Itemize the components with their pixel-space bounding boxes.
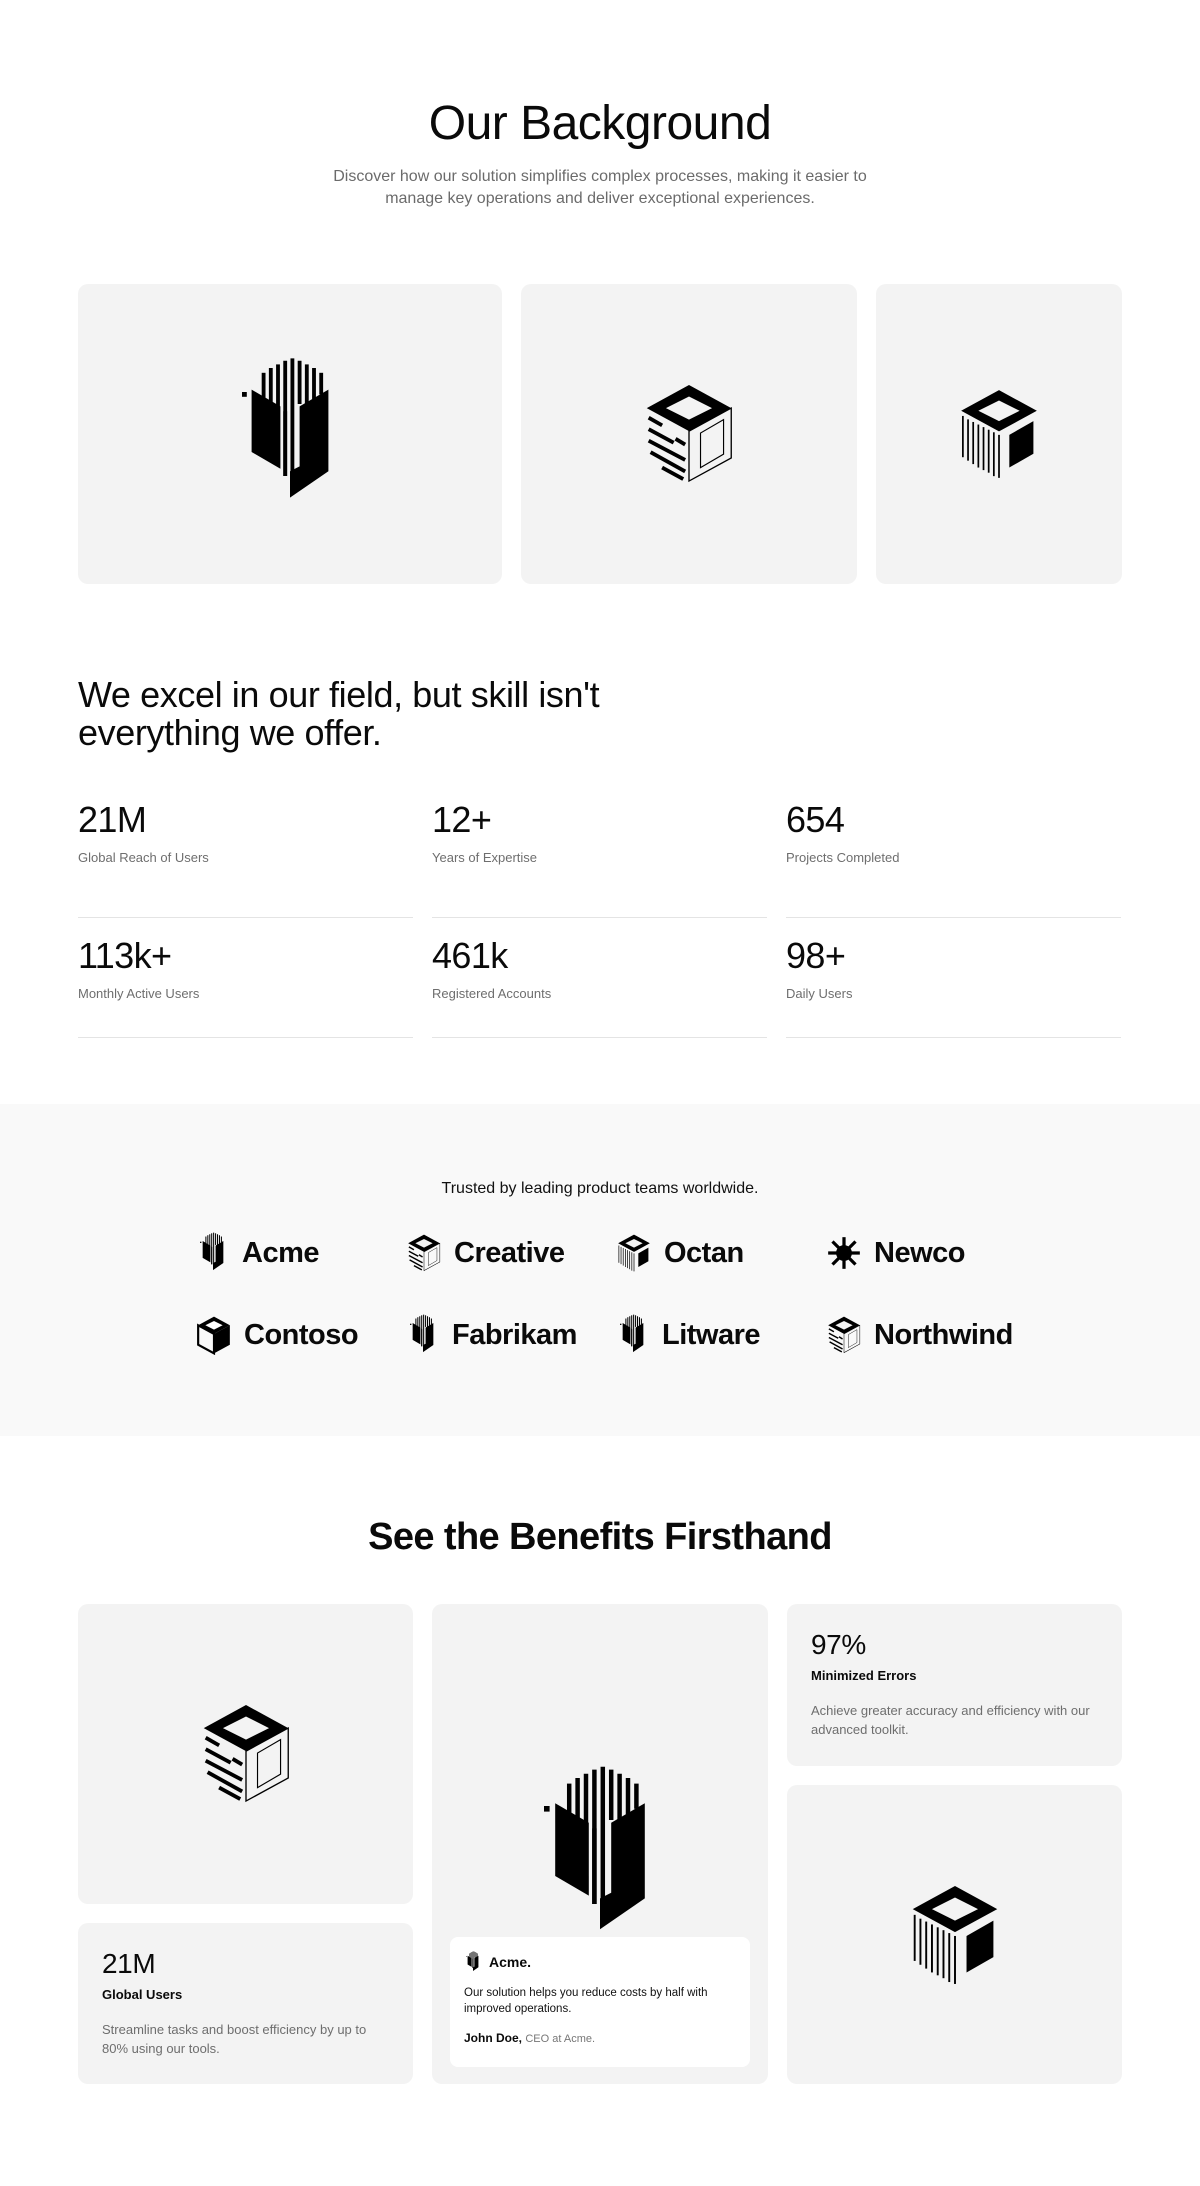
stat-value: 113k+ — [78, 935, 172, 976]
benefits-grid: 21M Global Users Streamline tasks and bo… — [78, 1604, 1122, 2084]
metric-description: Streamline tasks and boost efficiency by… — [102, 2022, 367, 2056]
page-subtitle: Discover how our solution simplifies com… — [333, 168, 867, 207]
metric-value: 97% — [811, 1629, 866, 1660]
stat-label: Registered Accounts — [432, 986, 552, 1001]
feature-cards — [78, 284, 1122, 584]
trusted-title: Trusted by leading product teams worldwi… — [441, 1180, 759, 1197]
stat-label: Daily Users — [786, 986, 853, 1001]
logo-grid: Acme Creative Octan Newco Contoso Fabrik… — [196, 1232, 1200, 1356]
logo-name: Octan — [664, 1236, 744, 1269]
page-title: Our Background — [428, 97, 772, 150]
testimonial-author: John Doe, — [464, 2031, 523, 2045]
metric-card-global-users: 21M Global Users Streamline tasks and bo… — [78, 1923, 413, 2084]
logo-name: Newco — [874, 1236, 965, 1269]
testimonial: Acme. Our solution helps you reduce cost… — [450, 1937, 750, 2067]
logo-name: Creative — [454, 1236, 565, 1269]
logo-creative: Creative — [406, 1232, 616, 1274]
benefit-card-cube — [78, 1604, 413, 1904]
feature-card-cube-outline — [521, 284, 857, 584]
stat-label: Years of Expertise — [432, 850, 538, 865]
stat-label: Monthly Active Users — [78, 986, 200, 1001]
shield-stripes-icon — [464, 1951, 482, 1973]
shield-stripes-icon — [196, 1232, 230, 1274]
stat-item: 113k+ Monthly Active Users — [78, 918, 413, 1038]
background-header: Our Background Discover how our solution… — [0, 0, 1200, 210]
testimonial-author-line: John Doe, CEO at Acme. — [464, 2031, 736, 2045]
cube-lines-icon — [907, 1881, 1003, 1989]
stat-item: 12+ Years of Expertise — [432, 798, 767, 918]
stat-item: 98+ Daily Users — [786, 918, 1121, 1038]
metric-value: 21M — [102, 1948, 156, 1979]
shield-stripes-icon — [616, 1314, 650, 1356]
logo-newco: Newco — [826, 1232, 1036, 1274]
stat-label: Global Reach of Users — [78, 850, 209, 865]
stat-value: 98+ — [786, 935, 846, 976]
logo-name: Litware — [662, 1318, 761, 1351]
stats-grid: 21M Global Reach of Users 12+ Years of E… — [78, 798, 1200, 1038]
metric-description: Achieve greater accuracy and efficiency … — [811, 1703, 1090, 1737]
cube-outline-icon — [198, 1700, 294, 1808]
shield-stripes-icon — [230, 356, 350, 512]
logo-contoso: Contoso — [196, 1314, 406, 1356]
logo-litware: Litware — [616, 1314, 826, 1356]
trusted-section: Trusted by leading product teams worldwi… — [0, 1104, 1200, 1436]
stat-value: 461k — [432, 935, 508, 976]
testimonial-brand: Acme. — [489, 1954, 532, 1970]
feature-card-cube-lines — [876, 284, 1122, 584]
cube-solid-icon — [196, 1315, 232, 1355]
testimonial-header: Acme. — [464, 1951, 736, 1973]
star-burst-icon — [826, 1235, 862, 1271]
shield-stripes-icon — [406, 1314, 440, 1356]
stat-item: 654 Projects Completed — [786, 798, 1121, 918]
cube-outline-icon — [641, 380, 737, 488]
feature-card-shield — [78, 284, 502, 584]
cube-outline-icon — [406, 1233, 442, 1273]
metric-title: Minimized Errors — [811, 1668, 917, 1683]
testimonial-quote: Our solution helps you reduce costs by h… — [464, 1987, 708, 2015]
logo-acme: Acme — [196, 1232, 406, 1274]
cube-lines-icon — [616, 1233, 652, 1273]
testimonial-role: CEO at Acme. — [525, 2033, 596, 2045]
testimonial-card: Acme. Our solution helps you reduce cost… — [432, 1604, 768, 2084]
stat-item: 461k Registered Accounts — [432, 918, 767, 1038]
logo-name: Acme — [242, 1236, 320, 1269]
metric-card-minimized-errors: 97% Minimized Errors Achieve greater acc… — [787, 1604, 1122, 1766]
excel-heading: We excel in our field, but skill isn't e… — [78, 674, 600, 753]
cube-lines-icon — [956, 386, 1042, 482]
logo-octan: Octan — [616, 1232, 826, 1274]
logo-name: Contoso — [244, 1318, 359, 1351]
cube-outline-icon — [826, 1315, 862, 1355]
stat-item: 21M Global Reach of Users — [78, 798, 413, 918]
logo-northwind: Northwind — [826, 1314, 1036, 1356]
benefit-card-cube-lines — [787, 1785, 1122, 2084]
stat-value: 12+ — [432, 799, 492, 840]
page: Our Background Discover how our solution… — [0, 0, 1200, 2186]
metric-title: Global Users — [102, 1987, 183, 2002]
logo-name: Northwind — [874, 1318, 1013, 1351]
stat-label: Projects Completed — [786, 850, 900, 865]
logo-fabrikam: Fabrikam — [406, 1314, 616, 1356]
stat-value: 654 — [786, 799, 845, 840]
logo-name: Fabrikam — [452, 1318, 577, 1351]
benefits-title: See the Benefits Firsthand — [368, 1516, 832, 1558]
shield-stripes-icon — [530, 1764, 670, 1946]
stat-value: 21M — [78, 799, 147, 840]
